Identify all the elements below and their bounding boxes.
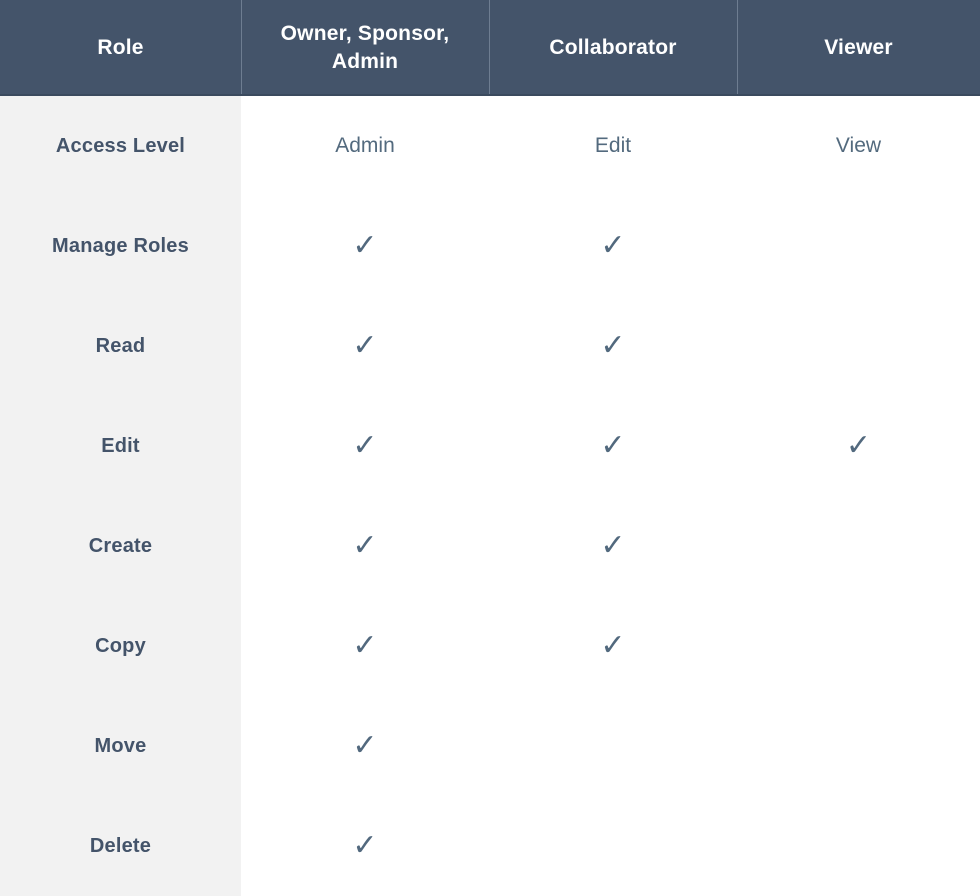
table-row: Delete ✓	[0, 796, 980, 896]
table-row: Edit ✓ ✓ ✓	[0, 396, 980, 496]
cell-access-level-collaborator: Edit	[489, 96, 737, 196]
checkmark-icon: ✓	[352, 728, 378, 763]
cell-move-collaborator	[489, 696, 737, 796]
checkmark-icon: ✓	[600, 328, 626, 363]
row-label-access-level: Access Level	[0, 96, 241, 196]
checkmark-icon: ✓	[352, 328, 378, 363]
column-header-viewer: Viewer	[737, 0, 980, 96]
table-row: Manage Roles ✓ ✓	[0, 196, 980, 296]
column-header-owner-sponsor-admin: Owner, Sponsor, Admin	[241, 0, 489, 96]
checkmark-icon: ✓	[600, 228, 626, 263]
access-level-value: View	[835, 134, 882, 157]
checkmark-icon: ✓	[600, 528, 626, 563]
cell-manage-roles-owner: ✓	[241, 196, 489, 296]
row-label-manage-roles: Manage Roles	[0, 196, 241, 296]
checkmark-icon: ✓	[600, 628, 626, 663]
cell-access-level-owner: Admin	[241, 96, 489, 196]
cell-read-collaborator: ✓	[489, 296, 737, 396]
cell-create-viewer	[737, 496, 980, 596]
cell-edit-owner: ✓	[241, 396, 489, 496]
column-header-role: Role	[97, 36, 144, 60]
checkmark-icon: ✓	[352, 528, 378, 563]
table-header-row: Role Owner, Sponsor, Admin Collaborator …	[0, 0, 980, 96]
table-row: Copy ✓ ✓	[0, 596, 980, 696]
cell-access-level-viewer: View	[737, 96, 980, 196]
row-label-copy: Copy	[0, 596, 241, 696]
cell-delete-collaborator	[489, 796, 737, 896]
checkmark-icon: ✓	[845, 428, 872, 463]
cell-move-viewer	[737, 696, 980, 796]
cell-edit-viewer: ✓	[737, 396, 980, 496]
cell-copy-viewer	[737, 596, 980, 696]
permissions-table: Role Owner, Sponsor, Admin Collaborator …	[0, 0, 980, 896]
cell-delete-owner: ✓	[241, 796, 489, 896]
checkmark-icon: ✓	[352, 828, 378, 863]
cell-create-owner: ✓	[241, 496, 489, 596]
checkmark-icon: ✓	[600, 428, 626, 463]
cell-read-owner: ✓	[241, 296, 489, 396]
cell-manage-roles-collaborator: ✓	[489, 196, 737, 296]
cell-edit-collaborator: ✓	[489, 396, 737, 496]
table-row: Move ✓	[0, 696, 980, 796]
row-label-delete: Delete	[0, 796, 241, 896]
checkmark-icon: ✓	[352, 628, 378, 663]
cell-manage-roles-viewer	[737, 196, 980, 296]
access-level-value: Admin	[335, 134, 395, 157]
access-level-value: Edit	[594, 134, 632, 157]
column-header-collaborator: Collaborator	[489, 0, 737, 96]
cell-read-viewer	[737, 296, 980, 396]
cell-create-collaborator: ✓	[489, 496, 737, 596]
table-row: Access Level Admin Edit View	[0, 96, 980, 196]
table-row: Read ✓ ✓	[0, 296, 980, 396]
cell-delete-viewer	[737, 796, 980, 896]
row-label-read: Read	[0, 296, 241, 396]
row-label-move: Move	[0, 696, 241, 796]
table-body: Access Level Admin Edit View Manage Role…	[0, 96, 980, 896]
cell-move-owner: ✓	[241, 696, 489, 796]
table-row: Create ✓ ✓	[0, 496, 980, 596]
cell-copy-owner: ✓	[241, 596, 489, 696]
checkmark-icon: ✓	[352, 228, 378, 263]
cell-copy-collaborator: ✓	[489, 596, 737, 696]
row-label-edit: Edit	[0, 396, 241, 496]
row-label-create: Create	[0, 496, 241, 596]
checkmark-icon: ✓	[352, 428, 378, 463]
